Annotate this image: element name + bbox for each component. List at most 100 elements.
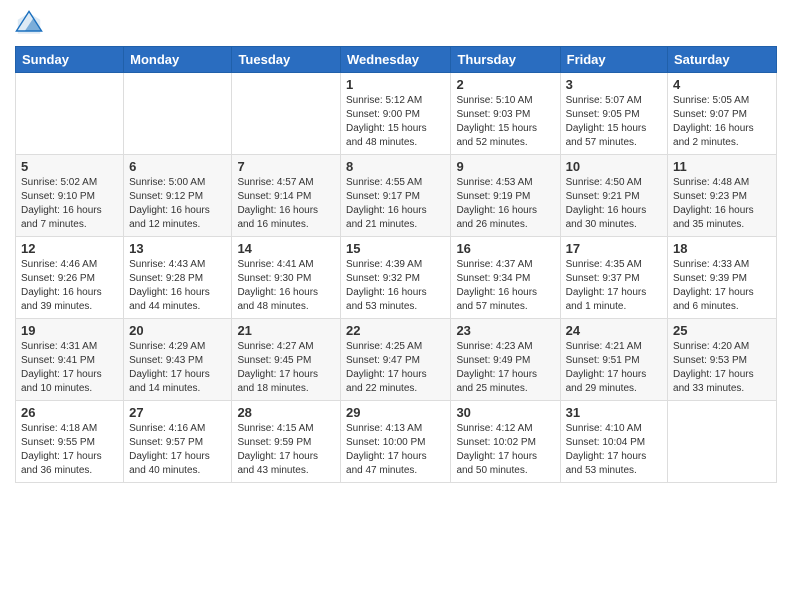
page: SundayMondayTuesdayWednesdayThursdayFrid… [0, 0, 792, 498]
calendar-cell: 1 Sunrise: 5:12 AM Sunset: 9:00 PM Daylig… [341, 73, 451, 155]
cell-daylight-info: Sunrise: 5:00 AM Sunset: 9:12 PM Dayligh… [129, 176, 226, 232]
calendar-cell: 23 Sunrise: 4:23 AM Sunset: 9:49 PM Dayli… [451, 319, 560, 401]
cell-day-number: 22 [346, 323, 445, 338]
cell-day-number: 25 [673, 323, 771, 338]
cell-day-number: 14 [237, 241, 335, 256]
cell-daylight-info: Sunrise: 5:02 AM Sunset: 9:10 PM Dayligh… [21, 176, 118, 232]
logo-icon [15, 10, 43, 38]
cell-daylight-info: Sunrise: 4:53 AM Sunset: 9:19 PM Dayligh… [456, 176, 554, 232]
calendar-cell: 9 Sunrise: 4:53 AM Sunset: 9:19 PM Daylig… [451, 155, 560, 237]
calendar-cell [232, 73, 341, 155]
calendar-cell: 4 Sunrise: 5:05 AM Sunset: 9:07 PM Daylig… [668, 73, 777, 155]
calendar-table: SundayMondayTuesdayWednesdayThursdayFrid… [15, 46, 777, 483]
calendar-cell: 24 Sunrise: 4:21 AM Sunset: 9:51 PM Dayli… [560, 319, 667, 401]
calendar-cell: 14 Sunrise: 4:41 AM Sunset: 9:30 PM Dayli… [232, 237, 341, 319]
cell-daylight-info: Sunrise: 4:55 AM Sunset: 9:17 PM Dayligh… [346, 176, 445, 232]
cell-daylight-info: Sunrise: 5:12 AM Sunset: 9:00 PM Dayligh… [346, 94, 445, 150]
week-row-1: 1 Sunrise: 5:12 AM Sunset: 9:00 PM Daylig… [16, 73, 777, 155]
calendar-cell [668, 401, 777, 483]
cell-day-number: 26 [21, 405, 118, 420]
cell-day-number: 23 [456, 323, 554, 338]
cell-day-number: 2 [456, 77, 554, 92]
cell-day-number: 18 [673, 241, 771, 256]
cell-daylight-info: Sunrise: 4:25 AM Sunset: 9:47 PM Dayligh… [346, 340, 445, 396]
calendar-cell: 6 Sunrise: 5:00 AM Sunset: 9:12 PM Daylig… [124, 155, 232, 237]
calendar-cell [124, 73, 232, 155]
cell-daylight-info: Sunrise: 4:43 AM Sunset: 9:28 PM Dayligh… [129, 258, 226, 314]
week-row-5: 26 Sunrise: 4:18 AM Sunset: 9:55 PM Dayli… [16, 401, 777, 483]
cell-daylight-info: Sunrise: 4:50 AM Sunset: 9:21 PM Dayligh… [566, 176, 662, 232]
weekday-header-friday: Friday [560, 47, 667, 73]
calendar-cell: 31 Sunrise: 4:10 AM Sunset: 10:04 PM Dayl… [560, 401, 667, 483]
cell-daylight-info: Sunrise: 5:10 AM Sunset: 9:03 PM Dayligh… [456, 94, 554, 150]
weekday-header-row: SundayMondayTuesdayWednesdayThursdayFrid… [16, 47, 777, 73]
cell-daylight-info: Sunrise: 4:48 AM Sunset: 9:23 PM Dayligh… [673, 176, 771, 232]
cell-daylight-info: Sunrise: 4:15 AM Sunset: 9:59 PM Dayligh… [237, 422, 335, 478]
cell-daylight-info: Sunrise: 4:27 AM Sunset: 9:45 PM Dayligh… [237, 340, 335, 396]
calendar-cell: 30Sunrise: 4:12 AM Sunset: 10:02 PM Dayl… [451, 401, 560, 483]
calendar-cell: 13Sunrise: 4:43 AM Sunset: 9:28 PM Dayli… [124, 237, 232, 319]
calendar-cell [16, 73, 124, 155]
cell-day-number: 24 [566, 323, 662, 338]
cell-daylight-info: Sunrise: 4:23 AM Sunset: 9:49 PM Dayligh… [456, 340, 554, 396]
calendar-cell: 25 Sunrise: 4:20 AM Sunset: 9:53 PM Dayli… [668, 319, 777, 401]
cell-daylight-info: Sunrise: 4:20 AM Sunset: 9:53 PM Dayligh… [673, 340, 771, 396]
cell-day-number: 9 [456, 159, 554, 174]
calendar-cell: 15Sunrise: 4:39 AM Sunset: 9:32 PM Dayli… [341, 237, 451, 319]
cell-day-number: 31 [566, 405, 662, 420]
cell-day-number: 15 [346, 241, 445, 256]
calendar-cell: 21 Sunrise: 4:27 AM Sunset: 9:45 PM Dayli… [232, 319, 341, 401]
cell-daylight-info: Sunrise: 4:41 AM Sunset: 9:30 PM Dayligh… [237, 258, 335, 314]
weekday-header-tuesday: Tuesday [232, 47, 341, 73]
cell-daylight-info: Sunrise: 5:05 AM Sunset: 9:07 PM Dayligh… [673, 94, 771, 150]
calendar-cell: 10Sunrise: 4:50 AM Sunset: 9:21 PM Dayli… [560, 155, 667, 237]
cell-day-number: 21 [237, 323, 335, 338]
cell-day-number: 29 [346, 405, 445, 420]
cell-day-number: 7 [237, 159, 335, 174]
cell-day-number: 8 [346, 159, 445, 174]
calendar-cell: 16 Sunrise: 4:37 AM Sunset: 9:34 PM Dayli… [451, 237, 560, 319]
calendar-cell: 12Sunrise: 4:46 AM Sunset: 9:26 PM Dayli… [16, 237, 124, 319]
cell-day-number: 12 [21, 241, 118, 256]
cell-daylight-info: Sunrise: 4:18 AM Sunset: 9:55 PM Dayligh… [21, 422, 118, 478]
cell-daylight-info: Sunrise: 5:07 AM Sunset: 9:05 PM Dayligh… [566, 94, 662, 150]
calendar-cell: 22 Sunrise: 4:25 AM Sunset: 9:47 PM Dayli… [341, 319, 451, 401]
week-row-3: 12Sunrise: 4:46 AM Sunset: 9:26 PM Dayli… [16, 237, 777, 319]
weekday-header-saturday: Saturday [668, 47, 777, 73]
cell-daylight-info: Sunrise: 4:33 AM Sunset: 9:39 PM Dayligh… [673, 258, 771, 314]
cell-day-number: 28 [237, 405, 335, 420]
cell-day-number: 4 [673, 77, 771, 92]
cell-daylight-info: Sunrise: 4:10 AM Sunset: 10:04 PM Daylig… [566, 422, 662, 478]
calendar-cell: 29 Sunrise: 4:13 AM Sunset: 10:00 PM Dayl… [341, 401, 451, 483]
calendar-cell: 3 Sunrise: 5:07 AM Sunset: 9:05 PM Daylig… [560, 73, 667, 155]
cell-day-number: 19 [21, 323, 118, 338]
cell-day-number: 11 [673, 159, 771, 174]
weekday-header-thursday: Thursday [451, 47, 560, 73]
week-row-4: 19 Sunrise: 4:31 AM Sunset: 9:41 PM Dayli… [16, 319, 777, 401]
cell-daylight-info: Sunrise: 4:57 AM Sunset: 9:14 PM Dayligh… [237, 176, 335, 232]
calendar-cell: 26 Sunrise: 4:18 AM Sunset: 9:55 PM Dayli… [16, 401, 124, 483]
cell-daylight-info: Sunrise: 4:21 AM Sunset: 9:51 PM Dayligh… [566, 340, 662, 396]
cell-daylight-info: Sunrise: 4:37 AM Sunset: 9:34 PM Dayligh… [456, 258, 554, 314]
calendar-cell: 5Sunrise: 5:02 AM Sunset: 9:10 PM Daylig… [16, 155, 124, 237]
calendar-cell: 20Sunrise: 4:29 AM Sunset: 9:43 PM Dayli… [124, 319, 232, 401]
weekday-header-wednesday: Wednesday [341, 47, 451, 73]
logo [15, 10, 47, 38]
cell-daylight-info: Sunrise: 4:13 AM Sunset: 10:00 PM Daylig… [346, 422, 445, 478]
calendar-cell: 28 Sunrise: 4:15 AM Sunset: 9:59 PM Dayli… [232, 401, 341, 483]
cell-daylight-info: Sunrise: 4:31 AM Sunset: 9:41 PM Dayligh… [21, 340, 118, 396]
header [15, 10, 777, 38]
weekday-header-monday: Monday [124, 47, 232, 73]
calendar-cell: 18 Sunrise: 4:33 AM Sunset: 9:39 PM Dayli… [668, 237, 777, 319]
cell-daylight-info: Sunrise: 4:16 AM Sunset: 9:57 PM Dayligh… [129, 422, 226, 478]
calendar-cell: 17Sunrise: 4:35 AM Sunset: 9:37 PM Dayli… [560, 237, 667, 319]
cell-day-number: 16 [456, 241, 554, 256]
calendar-cell: 7 Sunrise: 4:57 AM Sunset: 9:14 PM Daylig… [232, 155, 341, 237]
week-row-2: 5Sunrise: 5:02 AM Sunset: 9:10 PM Daylig… [16, 155, 777, 237]
cell-day-number: 6 [129, 159, 226, 174]
cell-day-number: 27 [129, 405, 226, 420]
cell-day-number: 1 [346, 77, 445, 92]
cell-day-number: 20 [129, 323, 226, 338]
calendar-cell: 2 Sunrise: 5:10 AM Sunset: 9:03 PM Daylig… [451, 73, 560, 155]
cell-day-number: 3 [566, 77, 662, 92]
